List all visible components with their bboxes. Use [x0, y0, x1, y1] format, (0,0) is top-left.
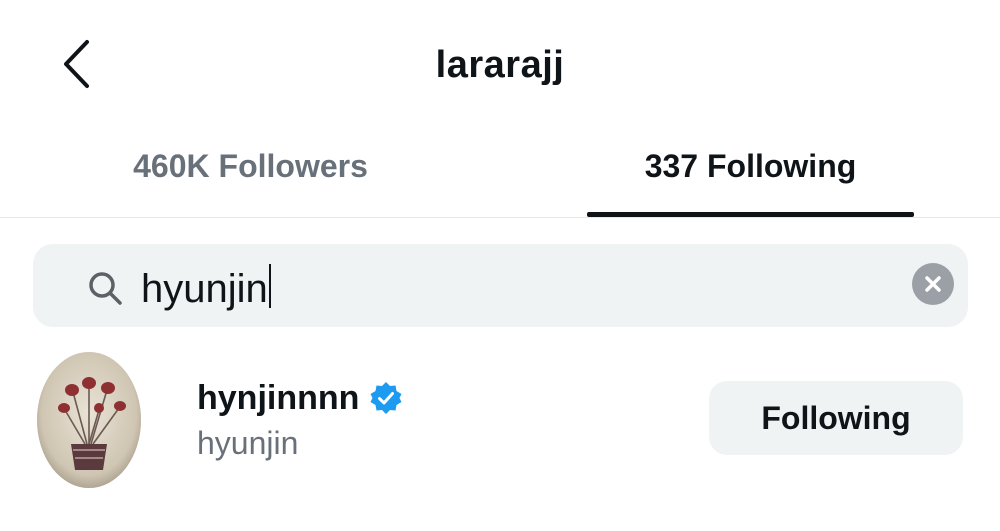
clear-search-button[interactable]: [912, 263, 954, 305]
user-handle: hyunjin: [197, 425, 299, 461]
display-name[interactable]: hynjinnnn: [197, 379, 359, 418]
search-input[interactable]: hyunjin: [33, 244, 968, 327]
search-query: hyunjin: [141, 264, 271, 311]
search-icon: [89, 272, 122, 305]
following-list-screen: lararajj 460K Followers 337 Following hy…: [0, 0, 1000, 531]
verified-badge-icon: [370, 382, 402, 414]
text-caret: [268, 264, 271, 308]
active-tab-indicator: [587, 212, 914, 217]
following-button[interactable]: Following: [709, 381, 963, 455]
tab-bar: 460K Followers 337 Following: [0, 130, 1000, 218]
tab-following[interactable]: 337 Following: [587, 130, 914, 218]
list-item[interactable]: hynjinnnn hyunjin Following: [0, 345, 1000, 495]
clear-icon: [925, 276, 941, 292]
tab-followers[interactable]: 460K Followers: [88, 130, 413, 218]
avatar[interactable]: [37, 352, 141, 488]
page-title: lararajj: [435, 44, 565, 86]
avatar-image: [37, 352, 141, 488]
